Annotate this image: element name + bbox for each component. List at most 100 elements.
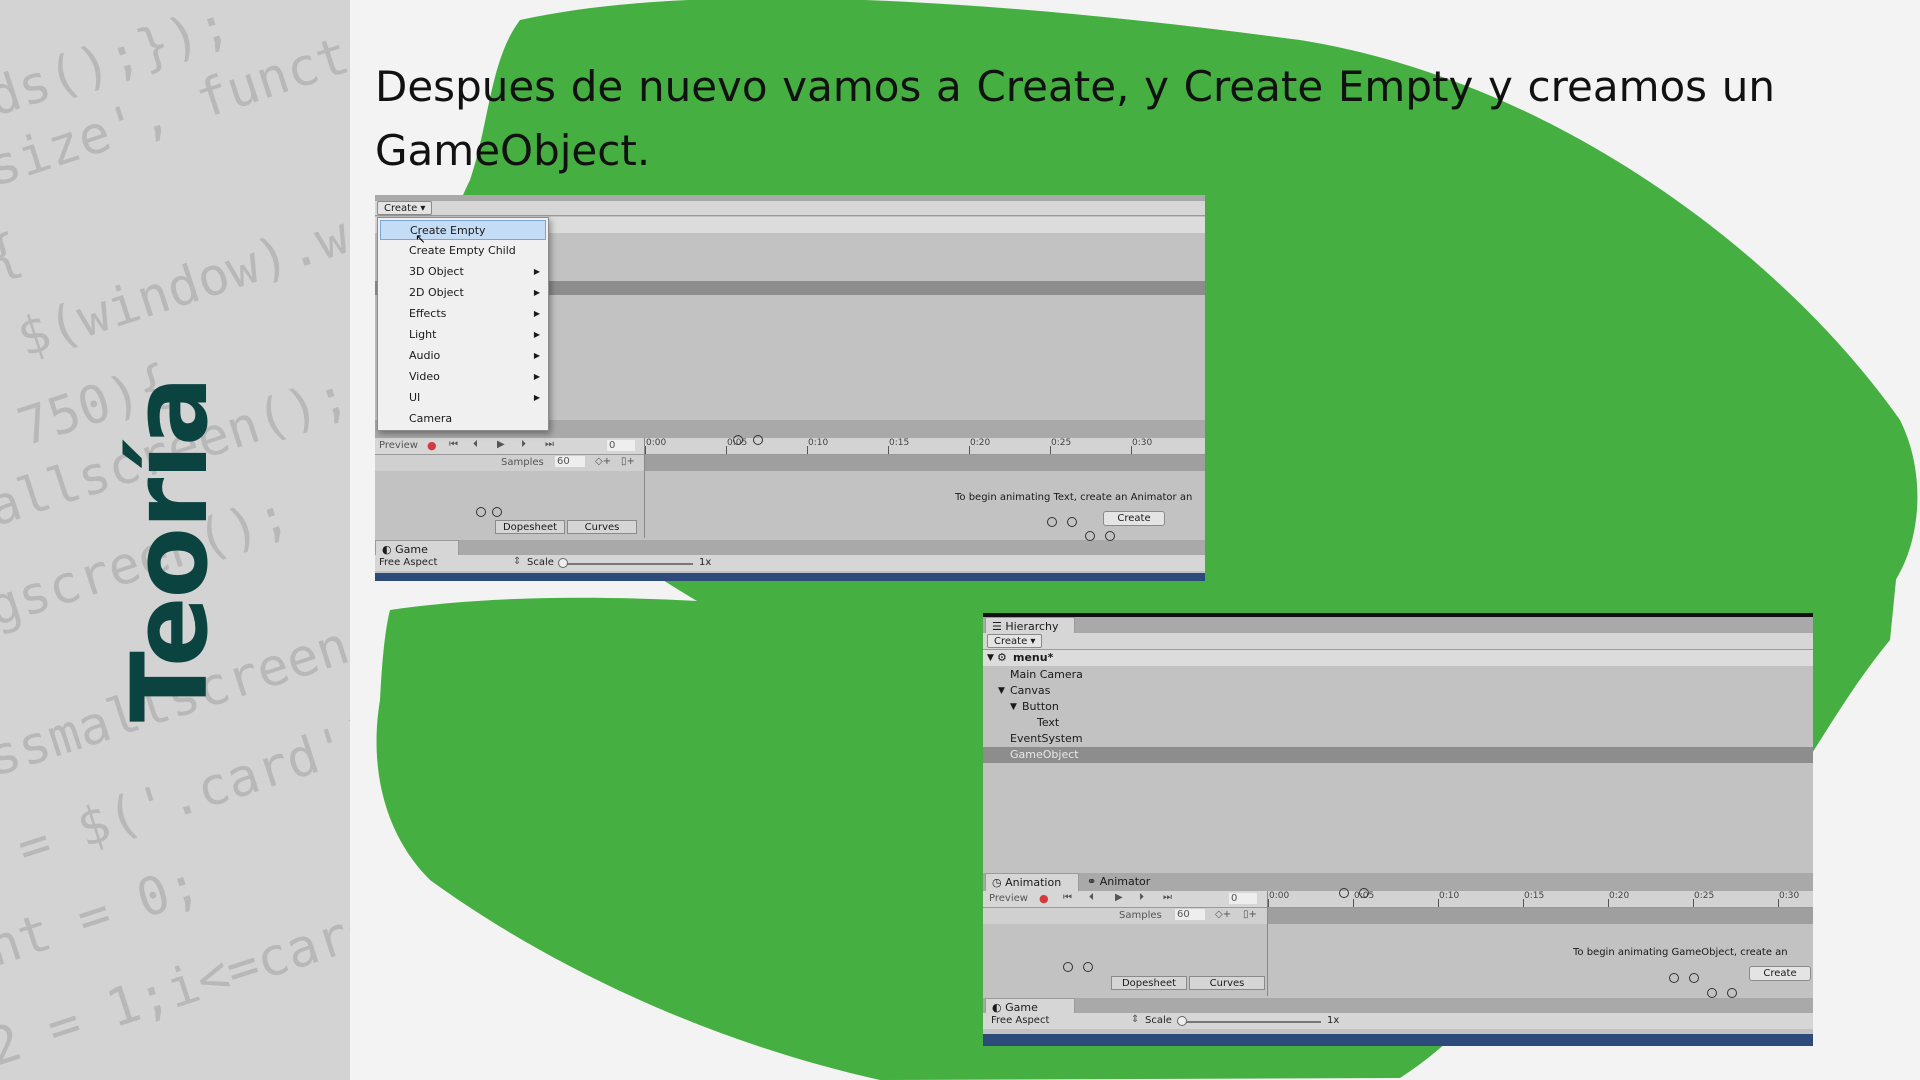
menu-item-audio[interactable]: Audio ▶	[380, 346, 546, 366]
animation-tab[interactable]: ◷ Animation	[985, 873, 1079, 891]
time-ruler[interactable]: 0:00 0:05 0:10 0:15 0:20 0:25 0:30	[645, 438, 1205, 454]
tree-item-button[interactable]: ▼ Button	[983, 699, 1813, 715]
scale-slider-thumb[interactable]	[558, 558, 568, 568]
expand-arrow-icon[interactable]: ▼	[998, 683, 1005, 699]
scale-slider[interactable]	[1181, 1021, 1321, 1023]
preview-button[interactable]: Preview	[989, 893, 1028, 904]
menu-item-light[interactable]: Light ▶	[380, 325, 546, 345]
anchor-handle	[753, 435, 763, 445]
menu-item-create-empty-child[interactable]: Create Empty Child	[380, 241, 546, 261]
menu-item-label: 2D Object	[409, 286, 464, 299]
create-animator-button[interactable]: Create	[1749, 966, 1811, 981]
menu-item-create-empty[interactable]: Create Empty	[380, 220, 546, 240]
prev-key-icon[interactable]: ⏴	[473, 439, 478, 450]
ruler-label: 0:20	[970, 438, 991, 448]
expand-arrow-icon[interactable]: ▼	[1010, 699, 1017, 715]
scale-slider-thumb[interactable]	[1177, 1016, 1187, 1026]
last-key-icon[interactable]: ⏭	[1163, 892, 1172, 903]
samples-field[interactable]: 60	[555, 456, 585, 467]
submenu-arrow-icon: ▶	[533, 372, 540, 381]
add-event-icon[interactable]: ▯+	[621, 456, 635, 467]
mouse-cursor-icon: ↖	[415, 232, 426, 247]
dopesheet-tab[interactable]: Dopesheet	[495, 520, 565, 534]
create-dropdown-button[interactable]: Create ▾	[987, 634, 1043, 648]
unity-scene-icon: ⚙	[997, 651, 1007, 664]
anchor-handle	[733, 435, 743, 445]
create-dropdown-button[interactable]: Create ▾	[377, 201, 433, 215]
create-animator-button[interactable]: Create	[1103, 511, 1165, 526]
tree-item-main-camera[interactable]: Main Camera	[983, 667, 1813, 683]
ruler-label: 0:10	[1439, 891, 1460, 901]
record-icon[interactable]: ●	[427, 439, 437, 452]
menu-item-3d-object[interactable]: 3D Object ▶	[380, 262, 546, 282]
aspect-dropdown[interactable]: Free Aspect	[379, 557, 437, 568]
collapse-arrow-icon[interactable]: ▼	[987, 650, 994, 666]
tree-item-label: Text	[1037, 716, 1060, 729]
hierarchy-toolbar: Create ▾	[983, 633, 1813, 650]
anchor-handle	[1047, 517, 1057, 527]
ruler-tick	[807, 446, 808, 454]
menu-item-camera[interactable]: Camera	[380, 409, 546, 429]
next-key-icon[interactable]: ⏵	[521, 439, 526, 450]
prev-key-icon[interactable]: ⏴	[1089, 892, 1094, 903]
tree-item-label: GameObject	[1010, 748, 1079, 761]
animator-tab-label: Animator	[1099, 875, 1151, 888]
frame-field[interactable]: 0	[1229, 893, 1257, 904]
tree-item-canvas[interactable]: ▼ Canvas	[983, 683, 1813, 699]
anchor-handle	[1083, 962, 1093, 972]
tree-item-label: EventSystem	[1010, 732, 1083, 745]
menu-item-ui[interactable]: UI ▶	[380, 388, 546, 408]
add-keyframe-icon[interactable]: ◇+	[1215, 909, 1231, 920]
ruler-label: 0:00	[1269, 891, 1290, 901]
aspect-dropdown[interactable]: Free Aspect	[991, 1015, 1049, 1026]
add-event-icon[interactable]: ▯+	[1243, 909, 1257, 920]
menu-item-label: Video	[409, 370, 440, 383]
samples-label: Samples	[501, 457, 544, 468]
ruler-label: 0:15	[889, 438, 910, 448]
menu-item-video[interactable]: Video ▶	[380, 367, 546, 387]
window-bottom-bar	[983, 1034, 1813, 1046]
scale-label: Scale	[527, 557, 554, 568]
frame-field[interactable]: 0	[607, 440, 635, 451]
last-key-icon[interactable]: ⏭	[545, 439, 554, 450]
animator-tab[interactable]: ⚭ Animator	[1081, 873, 1171, 891]
ruler-tick	[1608, 899, 1609, 907]
scale-slider[interactable]	[561, 563, 693, 565]
anchor-handle	[492, 507, 502, 517]
tree-item-gameobject[interactable]: GameObject	[983, 747, 1813, 763]
next-key-icon[interactable]: ⏵	[1139, 892, 1144, 903]
first-key-icon[interactable]: ⏮	[449, 439, 458, 450]
scale-value: 1x	[699, 557, 712, 568]
record-icon[interactable]: ●	[1039, 892, 1049, 905]
anchor-handle	[476, 507, 486, 517]
ruler-tick	[1438, 899, 1439, 907]
add-keyframe-icon[interactable]: ◇+	[595, 456, 611, 467]
anchor-handle	[1669, 973, 1679, 983]
preview-button[interactable]: Preview	[379, 440, 418, 451]
submenu-arrow-icon: ▶	[533, 330, 540, 339]
game-tab-bar: ◐ Game	[375, 540, 1205, 556]
game-tab[interactable]: ◐ Game	[985, 998, 1075, 1014]
time-ruler[interactable]: 0:00 0:05 0:10 0:15 0:20 0:25 0:30	[1268, 891, 1813, 907]
first-key-icon[interactable]: ⏮	[1063, 892, 1072, 903]
dopesheet-header	[645, 455, 1205, 471]
dopesheet-tab[interactable]: Dopesheet	[1111, 976, 1187, 990]
samples-field[interactable]: 60	[1175, 909, 1205, 920]
tree-item-label: Button	[1022, 700, 1059, 713]
curves-tab[interactable]: Curves	[1189, 976, 1265, 990]
anchor-handle	[1067, 517, 1077, 527]
scene-row[interactable]: ▼ ⚙ menu*	[983, 650, 1813, 666]
tree-item-text[interactable]: Text	[983, 715, 1813, 731]
play-icon[interactable]: ▶	[1115, 892, 1123, 903]
ruler-tick	[1131, 446, 1132, 454]
menu-item-effects[interactable]: Effects ▶	[380, 304, 546, 324]
ruler-tick	[969, 446, 970, 454]
tree-item-eventsystem[interactable]: EventSystem	[983, 731, 1813, 747]
play-icon[interactable]: ▶	[497, 439, 505, 450]
ruler-tick	[1050, 446, 1051, 454]
hierarchy-tab[interactable]: ☰ Hierarchy	[985, 617, 1075, 633]
menu-item-2d-object[interactable]: 2D Object ▶	[380, 283, 546, 303]
tree-item-label: Main Camera	[1010, 668, 1083, 681]
curves-tab[interactable]: Curves	[567, 520, 637, 534]
game-tab[interactable]: ◐ Game	[375, 540, 459, 556]
